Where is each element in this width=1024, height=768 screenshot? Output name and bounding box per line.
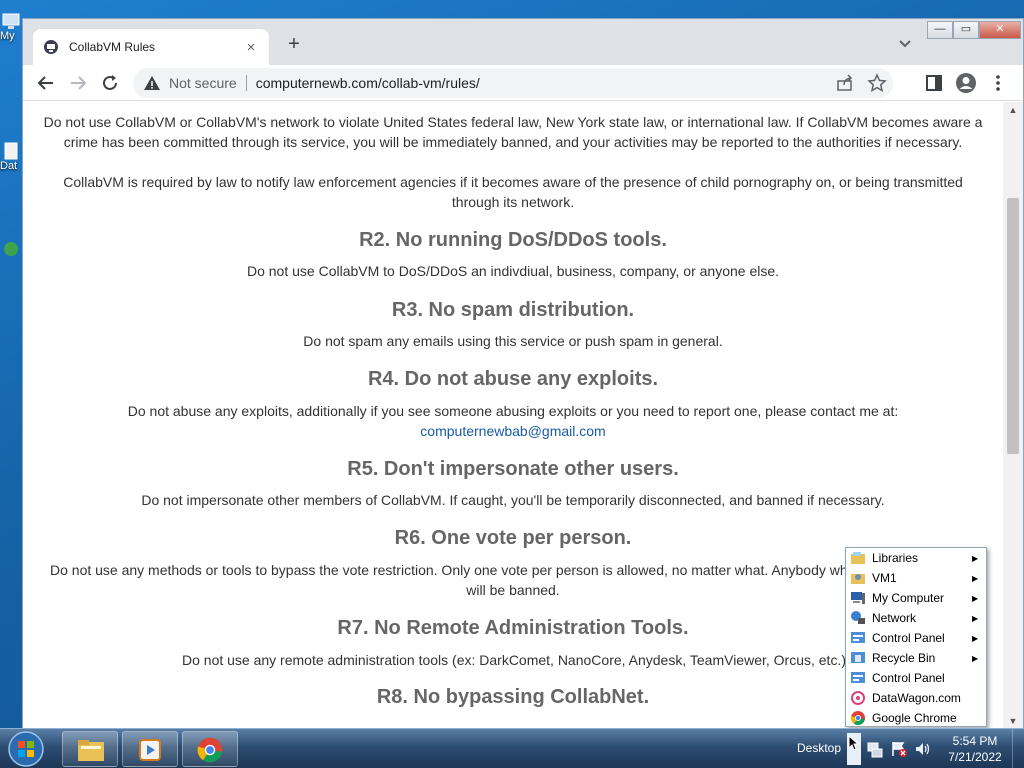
forward-arrow-icon[interactable] [67,72,89,94]
chrome-icon [197,737,223,763]
rule-r4-title: R4. Do not abuse any exploits. [367,368,659,390]
minimize-button[interactable]: — [927,21,953,39]
recycle-bin-icon [851,652,865,663]
desktop-icon-data[interactable]: Dat [0,142,22,172]
submenu-arrow-icon: ▶ [972,633,979,643]
submenu-arrow-icon: ▶ [972,613,979,623]
computer-icon [851,592,865,604]
clock-time: 5:54 PM [952,734,998,748]
submenu-arrow-icon: ▶ [972,593,979,603]
submenu-arrow-icon: ▶ [972,573,979,583]
datawagon-icon [851,691,865,705]
rule-r2-title: R2. No running DoS/DDoS tools. [359,229,667,251]
menu-item-label: Network [872,611,917,625]
rule-r2-body: Do not use CollabVM to DoS/DDoS an indiv… [246,263,780,279]
clock-date: 7/21/2022 [948,750,1002,764]
taskbar: Desktop 5:54 PM 7/21/2022 [0,728,1024,768]
profile-avatar-icon[interactable] [955,72,977,94]
tab-search-chevron-down-icon[interactable] [897,35,913,51]
not-secure-label[interactable]: Not secure [169,75,237,91]
scroll-down-arrow-icon[interactable]: ▼ [1003,713,1023,729]
menu-item-control-panel-shortcut[interactable]: Control Panel [846,668,986,688]
back-arrow-icon[interactable] [35,72,57,94]
page-scrollbar[interactable]: ▲ ▼ [1003,102,1023,729]
collabvm-favicon-icon [44,40,58,54]
menu-item-vm1[interactable]: VM1 ▶ [846,568,986,588]
desktop-icon-partial[interactable] [0,240,22,258]
control-panel-icon [851,632,865,643]
desktop-toolbar-chevron[interactable] [847,733,861,765]
mouse-cursor-icon [848,735,860,751]
menu-item-label: DataWagon.com [872,691,961,705]
menu-item-label: VM1 [872,571,897,585]
side-panel-icon[interactable] [923,72,945,94]
desktop-toolbar-label[interactable]: Desktop [797,741,841,755]
submenu-arrow-icon: ▶ [972,553,979,563]
menu-item-my-computer[interactable]: My Computer ▶ [846,588,986,608]
submenu-arrow-icon: ▶ [972,653,979,663]
bookmark-star-icon[interactable] [867,73,887,93]
address-bar[interactable]: Not secure computernewb.com/collab-vm/ru… [133,68,893,98]
menu-item-libraries[interactable]: Libraries ▶ [846,548,986,568]
shortcut-icon [4,242,18,256]
taskbar-media-player-button[interactable] [122,731,178,767]
url-text[interactable]: computernewb.com/collab-vm/rules/ [256,75,480,91]
taskbar-chrome-button[interactable] [182,731,238,767]
close-window-button[interactable]: ✕ [979,21,1021,39]
menu-item-label: Control Panel [872,631,945,645]
show-desktop-button[interactable] [1012,729,1024,768]
rule-r5-title: R5. Don't impersonate other users. [347,458,679,480]
menu-item-recycle-bin[interactable]: Recycle Bin ▶ [846,648,986,668]
control-panel-icon [851,672,865,683]
intro-paragraph-reporting: CollabVM is required by law to notify la… [63,174,963,210]
menu-item-label: Libraries [872,551,919,565]
start-orb-windows-icon[interactable] [3,730,49,768]
new-tab-button[interactable]: + [283,33,305,56]
menu-item-label: Control Panel [872,671,945,685]
not-secure-warning-icon[interactable] [143,74,161,92]
menu-item-datawagon[interactable]: DataWagon.com [846,688,986,708]
browser-toolbar: Not secure computernewb.com/collab-vm/ru… [23,65,1023,101]
computer-icon [2,13,20,29]
chrome-icon [850,711,865,726]
action-center-flag-icon[interactable] [890,740,908,758]
rule-r4-body: Do not abuse any exploits, additionally … [127,403,899,419]
desktop-toolbar-menu: Libraries ▶ VM1 ▶ My Computer ▶ Network … [845,547,987,727]
scrollbar-thumb[interactable] [1007,198,1019,454]
rule-r3-title: R3. No spam distribution. [391,299,635,321]
omnibox-divider [245,75,247,91]
menu-item-label: Recycle Bin [872,651,936,665]
network-tray-icon[interactable] [866,740,884,758]
libraries-icon [851,552,865,564]
scroll-up-arrow-icon[interactable]: ▲ [1003,102,1023,118]
menu-item-label: My Computer [872,591,945,605]
user-folder-icon [851,574,865,584]
folder-icon [78,740,104,761]
desktop-icon-label: Dat [0,160,18,172]
contact-email-link[interactable]: computernewbab@gmail.com [23,421,1003,441]
restore-button[interactable]: ▭ [953,21,979,39]
tab-collabvm-rules[interactable]: CollabVM Rules × [33,29,269,65]
system-clock[interactable]: 5:54 PM 7/21/2022 [942,733,1008,765]
rule-r3-body: Do not spam any emails using this servic… [303,333,723,349]
volume-icon[interactable] [914,740,932,758]
desktop-icon-my-computer[interactable]: My [0,12,22,42]
intro-paragraph-law: Do not use CollabVM or CollabVM's networ… [43,114,983,150]
tab-close-icon[interactable]: × [243,39,259,56]
file-icon [4,142,18,160]
menu-item-google-chrome[interactable]: Google Chrome [846,708,986,728]
rule-r5-body: Do not impersonate other members of Coll… [141,492,885,508]
tab-title: CollabVM Rules [69,40,156,54]
menu-item-label: Google Chrome [872,711,957,725]
share-icon[interactable] [835,73,855,93]
more-menu-icon[interactable] [987,72,1009,94]
menu-item-network[interactable]: Network ▶ [846,608,986,628]
network-icon [851,611,865,624]
taskbar-explorer-button[interactable] [62,731,118,767]
desktop-icon-label: My [0,30,15,42]
media-player-icon [139,739,161,761]
menu-item-control-panel[interactable]: Control Panel ▶ [846,628,986,648]
tab-strip: CollabVM Rules × + — ▭ ✕ [23,19,1023,65]
reload-icon[interactable] [99,72,121,94]
